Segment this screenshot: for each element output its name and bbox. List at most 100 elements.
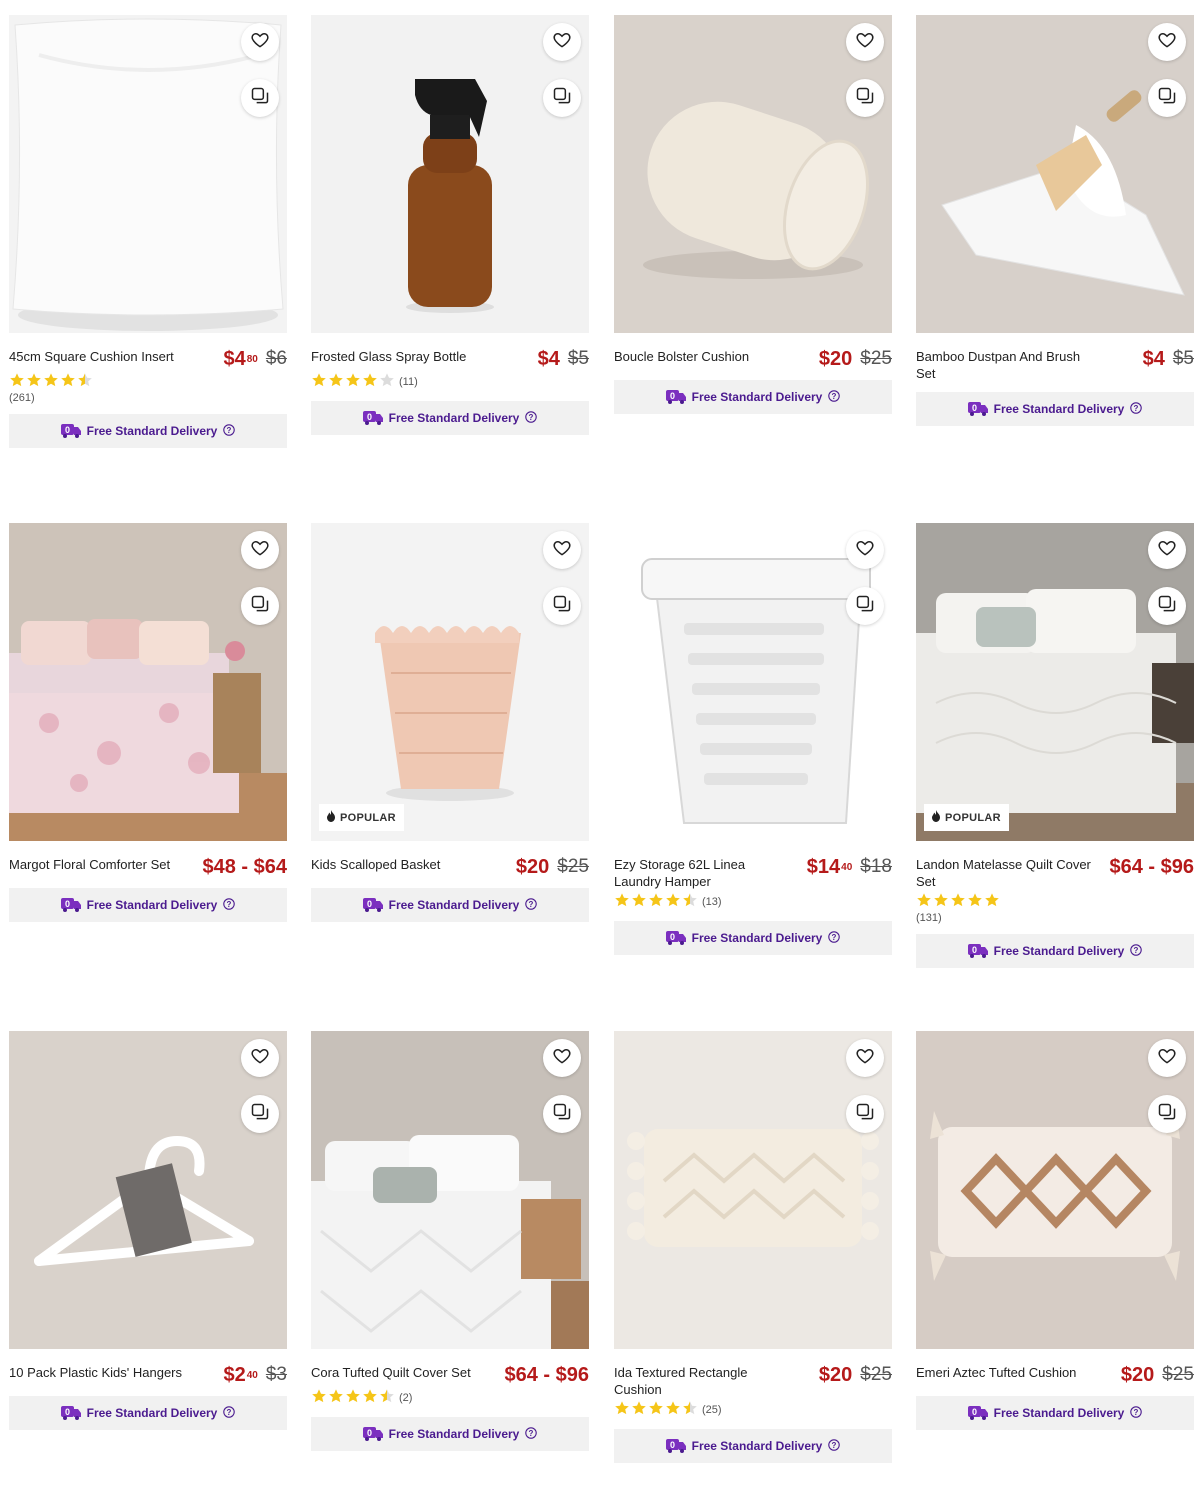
wishlist-button[interactable] bbox=[1148, 531, 1186, 569]
wishlist-button[interactable] bbox=[241, 23, 279, 61]
product-card[interactable]: 10 Pack Plastic Kids' Hangers $240 $3 0 F… bbox=[9, 1031, 287, 1430]
delivery-banner[interactable]: 0 Free Standard Delivery ? bbox=[9, 888, 287, 922]
current-price: $240 bbox=[223, 1364, 258, 1386]
delivery-banner[interactable]: 0 Free Standard Delivery ? bbox=[311, 401, 589, 435]
delivery-truck-icon: 0 bbox=[665, 929, 686, 948]
rating[interactable]: (13) bbox=[614, 892, 892, 911]
rating[interactable]: (261) bbox=[9, 372, 287, 404]
help-icon[interactable]: ? bbox=[1130, 401, 1143, 417]
delivery-banner[interactable]: 0 Free Standard Delivery ? bbox=[9, 414, 287, 448]
review-count: (131) bbox=[916, 912, 942, 924]
rating[interactable]: (25) bbox=[614, 1400, 892, 1419]
product-image[interactable]: POPULAR bbox=[916, 523, 1194, 841]
product-card[interactable]: POPULAR Landon Matelasse Quilt Cover Set… bbox=[916, 523, 1194, 968]
product-image[interactable] bbox=[9, 523, 287, 841]
help-icon[interactable]: ? bbox=[828, 1438, 841, 1454]
product-card[interactable]: Emeri Aztec Tufted Cushion $20 $25 0 Free… bbox=[916, 1031, 1194, 1430]
product-image[interactable] bbox=[311, 1031, 589, 1349]
product-name[interactable]: 10 Pack Plastic Kids' Hangers bbox=[9, 1364, 184, 1381]
delivery-banner[interactable]: 0 Free Standard Delivery ? bbox=[916, 392, 1194, 426]
help-icon[interactable]: ? bbox=[223, 1405, 236, 1421]
compare-button[interactable] bbox=[241, 1095, 279, 1133]
help-icon[interactable]: ? bbox=[525, 410, 538, 426]
product-photo bbox=[916, 523, 1194, 841]
delivery-banner[interactable]: 0 Free Standard Delivery ? bbox=[9, 1396, 287, 1430]
svg-text:0: 0 bbox=[670, 932, 675, 942]
product-image[interactable]: POPULAR bbox=[311, 523, 589, 841]
product-name[interactable]: Landon Matelasse Quilt Cover Set bbox=[916, 856, 1091, 890]
product-name[interactable]: Ida Textured Rectangle Cushion bbox=[614, 1364, 789, 1398]
compare-button[interactable] bbox=[846, 79, 884, 117]
help-icon[interactable]: ? bbox=[223, 423, 236, 439]
product-name[interactable]: Margot Floral Comforter Set bbox=[9, 856, 184, 873]
help-icon[interactable]: ? bbox=[1130, 1405, 1143, 1421]
compare-button[interactable] bbox=[241, 79, 279, 117]
product-card[interactable]: Ida Textured Rectangle Cushion $20 $25 (2… bbox=[614, 1031, 892, 1463]
wishlist-button[interactable] bbox=[1148, 1039, 1186, 1077]
compare-button[interactable] bbox=[846, 587, 884, 625]
compare-button[interactable] bbox=[846, 1095, 884, 1133]
rating[interactable]: (2) bbox=[311, 1388, 589, 1407]
product-image[interactable] bbox=[614, 1031, 892, 1349]
help-icon[interactable]: ? bbox=[828, 930, 841, 946]
product-name[interactable]: Ezy Storage 62L Linea Laundry Hamper bbox=[614, 856, 789, 890]
delivery-banner[interactable]: 0 Free Standard Delivery ? bbox=[916, 934, 1194, 968]
wishlist-button[interactable] bbox=[846, 1039, 884, 1077]
help-icon[interactable]: ? bbox=[828, 389, 841, 405]
wishlist-button[interactable] bbox=[543, 23, 581, 61]
delivery-banner[interactable]: 0 Free Standard Delivery ? bbox=[614, 921, 892, 955]
product-image[interactable] bbox=[614, 15, 892, 333]
price: $20 $25 bbox=[819, 348, 892, 370]
star-icon bbox=[362, 372, 378, 391]
product-name[interactable]: Boucle Bolster Cushion bbox=[614, 348, 789, 365]
product-card[interactable]: Ezy Storage 62L Linea Laundry Hamper $14… bbox=[614, 523, 892, 955]
product-image[interactable] bbox=[916, 1031, 1194, 1349]
help-icon[interactable]: ? bbox=[525, 1426, 538, 1442]
help-icon[interactable]: ? bbox=[525, 897, 538, 913]
product-name[interactable]: Cora Tufted Quilt Cover Set bbox=[311, 1364, 486, 1381]
product-image[interactable] bbox=[311, 15, 589, 333]
delivery-banner[interactable]: 0 Free Standard Delivery ? bbox=[614, 380, 892, 414]
product-card[interactable]: Margot Floral Comforter Set $48 - $64 0 … bbox=[9, 523, 287, 922]
compare-button[interactable] bbox=[1148, 79, 1186, 117]
compare-icon bbox=[552, 1102, 572, 1127]
product-card[interactable]: Boucle Bolster Cushion $20 $25 0 Free Sta… bbox=[614, 15, 892, 414]
help-icon[interactable]: ? bbox=[223, 897, 236, 913]
delivery-banner[interactable]: 0 Free Standard Delivery ? bbox=[916, 1396, 1194, 1430]
compare-button[interactable] bbox=[543, 587, 581, 625]
help-icon[interactable]: ? bbox=[1130, 943, 1143, 959]
delivery-banner[interactable]: 0 Free Standard Delivery ? bbox=[311, 1417, 589, 1451]
product-card[interactable]: POPULAR Kids Scalloped Basket $20 $25 0 F… bbox=[311, 523, 589, 922]
compare-button[interactable] bbox=[1148, 1095, 1186, 1133]
product-name[interactable]: Kids Scalloped Basket bbox=[311, 856, 486, 873]
wishlist-button[interactable] bbox=[846, 23, 884, 61]
wishlist-button[interactable] bbox=[241, 531, 279, 569]
compare-button[interactable] bbox=[1148, 587, 1186, 625]
wishlist-button[interactable] bbox=[1148, 23, 1186, 61]
delivery-banner[interactable]: 0 Free Standard Delivery ? bbox=[311, 888, 589, 922]
product-name[interactable]: 45cm Square Cushion Insert bbox=[9, 348, 184, 365]
product-card[interactable]: Frosted Glass Spray Bottle $4 $5 (11) 0 F… bbox=[311, 15, 589, 435]
product-image[interactable] bbox=[916, 15, 1194, 333]
compare-button[interactable] bbox=[543, 79, 581, 117]
svg-text:?: ? bbox=[832, 392, 837, 401]
delivery-banner[interactable]: 0 Free Standard Delivery ? bbox=[614, 1429, 892, 1463]
product-image[interactable] bbox=[9, 15, 287, 333]
compare-button[interactable] bbox=[543, 1095, 581, 1133]
product-card[interactable]: Cora Tufted Quilt Cover Set $64 - $96 (2… bbox=[311, 1031, 589, 1451]
compare-button[interactable] bbox=[241, 587, 279, 625]
delivery-label: Free Standard Delivery bbox=[993, 1406, 1125, 1420]
product-name[interactable]: Emeri Aztec Tufted Cushion bbox=[916, 1364, 1091, 1381]
product-name[interactable]: Bamboo Dustpan And Brush Set bbox=[916, 348, 1091, 382]
wishlist-button[interactable] bbox=[543, 1039, 581, 1077]
product-image[interactable] bbox=[9, 1031, 287, 1349]
wishlist-button[interactable] bbox=[543, 531, 581, 569]
product-card[interactable]: Bamboo Dustpan And Brush Set $4 $5 0 Free… bbox=[916, 15, 1194, 426]
product-image[interactable] bbox=[614, 523, 892, 841]
rating[interactable]: (11) bbox=[311, 372, 589, 391]
wishlist-button[interactable] bbox=[241, 1039, 279, 1077]
product-name[interactable]: Frosted Glass Spray Bottle bbox=[311, 348, 486, 365]
rating[interactable]: (131) bbox=[916, 892, 1194, 924]
product-card[interactable]: 45cm Square Cushion Insert $480 $6 (261) … bbox=[9, 15, 287, 448]
wishlist-button[interactable] bbox=[846, 531, 884, 569]
